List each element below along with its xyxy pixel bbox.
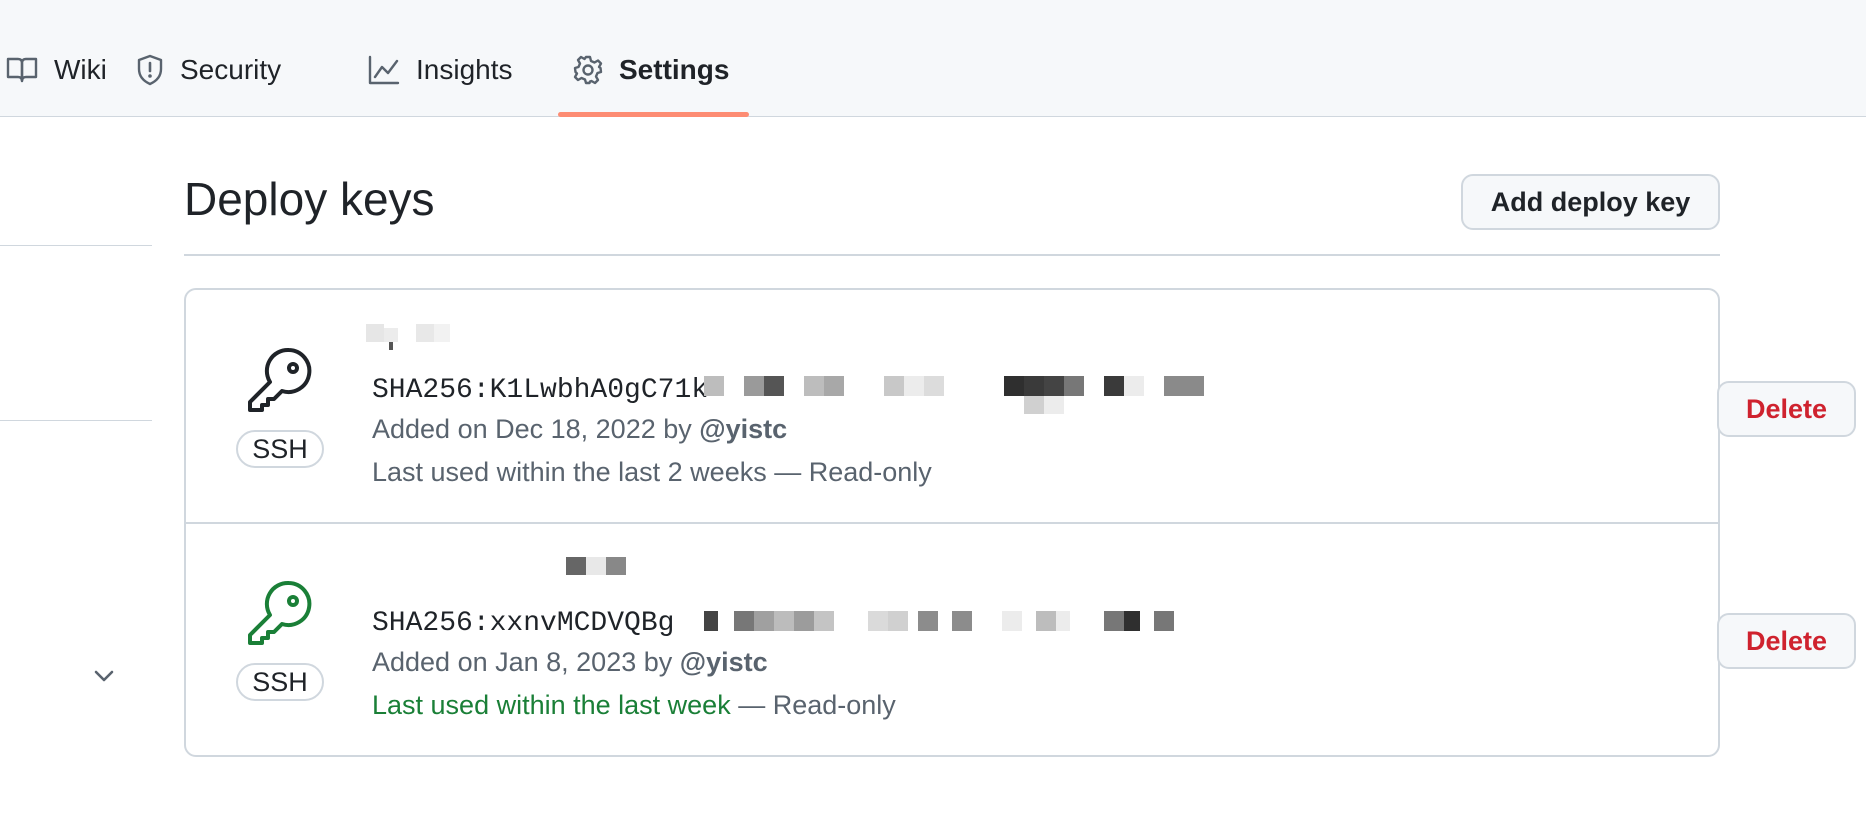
tab-insights[interactable]: Insights	[368, 46, 513, 94]
add-deploy-key-button[interactable]: Add deploy key	[1461, 174, 1720, 230]
key-fingerprint: SHA256:xxnvMCDVQBg	[372, 607, 675, 639]
tab-wiki-label: Wiki	[54, 54, 107, 85]
title-divider	[184, 254, 1720, 256]
key-last-used: Last used within the last week	[372, 690, 731, 720]
key-usage-info: Last used within the last week — Read-on…	[372, 690, 896, 721]
sidebar-divider	[0, 245, 152, 246]
key-usage-info: Last used within the last 2 weeks — Read…	[372, 457, 932, 488]
shield-icon	[137, 54, 163, 86]
fingerprint-redacted	[704, 368, 1224, 414]
selected-tab-indicator	[558, 112, 749, 117]
graph-icon	[368, 55, 400, 85]
key-added-info: Added on Jan 8, 2023 by @yistc	[372, 647, 768, 678]
tab-wiki[interactable]: Wiki	[6, 46, 107, 94]
key-fingerprint: SHA256:K1LwbhA0gC71k	[372, 374, 709, 406]
repo-nav: Wiki Security Insights Settings	[0, 0, 1866, 117]
key-type-badge: SSH	[236, 430, 324, 468]
key-added-info: Added on Dec 18, 2022 by @yistc	[372, 414, 787, 445]
delete-key-button[interactable]: Delete	[1717, 381, 1856, 437]
page-title: Deploy keys	[184, 173, 435, 225]
chevron-down-icon[interactable]	[88, 663, 120, 691]
key-added-by: @yistc	[699, 414, 788, 444]
key-added-by: @yistc	[679, 647, 768, 677]
tab-security[interactable]: Security	[136, 46, 281, 94]
key-type-badge: SSH	[236, 663, 324, 701]
key-access-level: — Read-only	[774, 457, 932, 487]
book-icon	[6, 57, 38, 83]
gear-icon	[573, 55, 603, 85]
deploy-key-row: SSH SHA256:xxnvMCDVQBg Added on Jan 8, 2…	[186, 523, 1856, 755]
deploy-key-row: SSH SHA256:K1LwbhA0gC71k Added on Dec 18…	[186, 290, 1856, 524]
deploy-keys-list: SSH SHA256:K1LwbhA0gC71k Added on Dec 18…	[184, 288, 1856, 757]
tab-settings-label: Settings	[619, 54, 730, 85]
delete-key-button[interactable]: Delete	[1717, 613, 1856, 669]
sidebar-divider	[0, 420, 152, 421]
tab-settings[interactable]: Settings	[573, 46, 729, 94]
tab-insights-label: Insights	[416, 54, 513, 85]
key-access-level: — Read-only	[738, 690, 896, 720]
tab-security-label: Security	[180, 54, 282, 85]
key-added-date: Added on Dec 18, 2022 by	[372, 414, 692, 444]
key-last-used: Last used within the last 2 weeks	[372, 457, 767, 487]
key-icon	[248, 347, 312, 412]
fingerprint-redacted	[704, 601, 1224, 641]
key-added-date: Added on Jan 8, 2023 by	[372, 647, 673, 677]
key-icon	[248, 580, 312, 645]
